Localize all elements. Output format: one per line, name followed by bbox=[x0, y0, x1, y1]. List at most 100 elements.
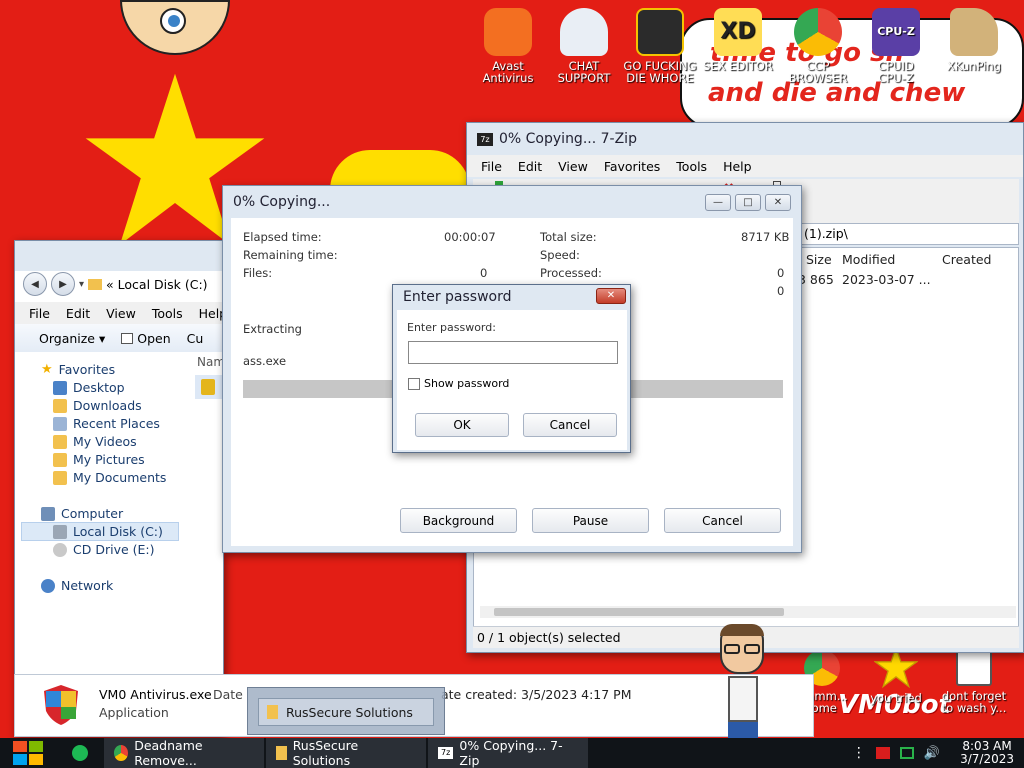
drive-icon bbox=[53, 524, 67, 539]
open-icon bbox=[121, 332, 134, 344]
tree-network[interactable]: Network bbox=[41, 578, 113, 593]
ok-button[interactable]: OK bbox=[415, 413, 509, 437]
start-button[interactable] bbox=[0, 738, 56, 768]
minimize-button[interactable]: — bbox=[705, 194, 731, 211]
password-input[interactable] bbox=[408, 341, 618, 364]
total-size-label: Total size: bbox=[540, 230, 597, 244]
computer-icon bbox=[41, 506, 55, 521]
flag-star-small bbox=[330, 150, 470, 190]
column-name-header[interactable]: Nam bbox=[197, 355, 225, 369]
kunping-icon bbox=[950, 8, 998, 56]
sz-menu-file[interactable]: File bbox=[473, 159, 510, 174]
flag-icon[interactable] bbox=[875, 747, 890, 759]
total-size-value: 8717 KB bbox=[741, 230, 790, 244]
file-row-selected[interactable] bbox=[195, 375, 223, 399]
desktop-icon-avast[interactable]: Avast Antivirus bbox=[470, 8, 546, 84]
desktop-icon-xkunping[interactable]: XKunPing bbox=[936, 8, 1012, 72]
nav-tree: ★ Favorites Desktop Downloads Recent Plac… bbox=[15, 359, 190, 609]
chevron-down-icon[interactable]: ▾ bbox=[79, 279, 84, 290]
star-icon: ★ bbox=[41, 362, 53, 377]
xd-icon: XD bbox=[714, 8, 762, 56]
maximize-button[interactable]: □ bbox=[735, 194, 761, 211]
menu-tools[interactable]: Tools bbox=[144, 306, 191, 321]
network-icon[interactable] bbox=[899, 747, 914, 759]
taskbar-item-7zip[interactable]: 7z 0% Copying... 7-Zip bbox=[428, 738, 588, 768]
breadcrumb[interactable]: « Local Disk (C:) bbox=[106, 277, 208, 292]
scrollbar-thumb[interactable] bbox=[494, 608, 784, 616]
column-created[interactable]: Created bbox=[942, 252, 991, 267]
desktop-icon-cpuz[interactable]: CPU-Z CPUID CPU-Z bbox=[858, 8, 934, 84]
tree-cd-drive[interactable]: CD Drive (E:) bbox=[53, 542, 155, 557]
show-password-toggle[interactable]: Show password bbox=[408, 377, 509, 390]
password-dialog-title: Enter password bbox=[403, 289, 512, 305]
cartoon-character bbox=[120, 0, 230, 55]
shield-icon bbox=[201, 379, 215, 395]
menu-edit[interactable]: Edit bbox=[58, 306, 98, 321]
pause-button[interactable]: Pause bbox=[532, 508, 649, 533]
desktop-icon bbox=[53, 380, 67, 395]
sz-menu-view[interactable]: View bbox=[550, 159, 596, 174]
pictures-folder-icon bbox=[53, 452, 67, 467]
desktop-icon-chat-support[interactable]: CHAT SUPPORT bbox=[546, 8, 622, 84]
cancel-button[interactable]: Cancel bbox=[523, 413, 617, 437]
tree-recent-places[interactable]: Recent Places bbox=[53, 416, 160, 431]
clock[interactable]: 8:03 AM 3/7/2023 bbox=[950, 740, 1014, 766]
tree-my-documents[interactable]: My Documents bbox=[53, 470, 166, 485]
taskbar-pinned-app[interactable] bbox=[56, 738, 104, 768]
cut-button[interactable]: Cu bbox=[187, 331, 204, 346]
taskbar-item-browser[interactable]: Deadname Remove... bbox=[104, 738, 264, 768]
tree-local-disk[interactable]: Local Disk (C:) bbox=[53, 524, 163, 539]
thumbnail-label: RusSecure Solutions bbox=[286, 704, 413, 720]
sevenzip-menubar: File Edit View Favorites Tools Help bbox=[467, 155, 1023, 177]
horizontal-scrollbar[interactable] bbox=[480, 606, 1016, 618]
background-button[interactable]: Background bbox=[400, 508, 517, 533]
calendar-icon bbox=[956, 650, 992, 686]
menu-view[interactable]: View bbox=[98, 306, 144, 321]
menu-file[interactable]: File bbox=[21, 306, 58, 321]
open-button[interactable]: Open bbox=[121, 331, 171, 346]
tree-my-pictures[interactable]: My Pictures bbox=[53, 452, 145, 467]
packed-value: 0 bbox=[777, 284, 785, 298]
desktop-icon-davinci[interactable]: GO FUCKING DIE WHORE bbox=[622, 8, 698, 84]
column-size[interactable]: Size bbox=[806, 252, 832, 267]
clock-date: 3/7/2023 bbox=[960, 752, 1014, 766]
tree-desktop[interactable]: Desktop bbox=[53, 380, 125, 395]
tree-computer[interactable]: Computer bbox=[41, 506, 123, 521]
desktop-icon-you-tried[interactable]: you tried bbox=[858, 646, 934, 704]
back-button[interactable]: ◀ bbox=[23, 272, 47, 296]
sz-menu-tools[interactable]: Tools bbox=[668, 159, 715, 174]
cancel-copy-button[interactable]: Cancel bbox=[664, 508, 781, 533]
cartoon-figure bbox=[714, 624, 770, 738]
table-row[interactable]: 3 865 2023-03-07 ... bbox=[798, 270, 1018, 290]
sz-menu-favorites[interactable]: Favorites bbox=[596, 159, 668, 174]
more-icon[interactable]: ⋮ bbox=[852, 745, 866, 761]
sz-menu-edit[interactable]: Edit bbox=[510, 159, 550, 174]
davinci-icon bbox=[636, 8, 684, 56]
details-created: ate created: 3/5/2023 4:17 PM bbox=[441, 687, 632, 702]
tree-favorites[interactable]: ★ Favorites bbox=[41, 362, 115, 377]
show-password-checkbox[interactable] bbox=[408, 377, 420, 390]
details-filename: VM0 Antivirus.exe bbox=[99, 687, 212, 702]
folder-icon bbox=[276, 746, 287, 760]
processed-label: Processed: bbox=[540, 266, 602, 280]
password-dialog: Enter password ✕ Enter password: Show pa… bbox=[392, 284, 631, 453]
taskbar-thumbnail[interactable]: RusSecure Solutions bbox=[247, 687, 445, 735]
elapsed-label: Elapsed time: bbox=[243, 230, 322, 244]
tree-downloads[interactable]: Downloads bbox=[53, 398, 142, 413]
avast-icon bbox=[484, 8, 532, 56]
desktop-icon-ccp-browser[interactable]: CCP BROWSER bbox=[780, 8, 856, 84]
downloads-icon bbox=[53, 398, 67, 413]
column-modified[interactable]: Modified bbox=[842, 252, 895, 267]
taskbar-item-explorer[interactable]: RusSecure Solutions bbox=[266, 738, 426, 768]
desktop-icon-sex-editor[interactable]: XD SEX EDITOR bbox=[700, 8, 776, 72]
organize-button[interactable]: Organize ▾ bbox=[39, 331, 105, 346]
close-icon[interactable]: ✕ bbox=[596, 288, 626, 304]
tree-my-videos[interactable]: My Videos bbox=[53, 434, 137, 449]
desktop-icon-dont-forget[interactable]: dont forget to wash y... bbox=[936, 650, 1012, 714]
forward-button[interactable]: ▶ bbox=[51, 272, 75, 296]
volume-icon[interactable]: 🔊 bbox=[924, 746, 940, 761]
sz-menu-help[interactable]: Help bbox=[715, 159, 760, 174]
chrome-icon bbox=[794, 8, 842, 56]
explorer-toolbar: Organize ▾ Open Cu bbox=[15, 324, 223, 352]
close-button[interactable]: ✕ bbox=[765, 194, 791, 211]
